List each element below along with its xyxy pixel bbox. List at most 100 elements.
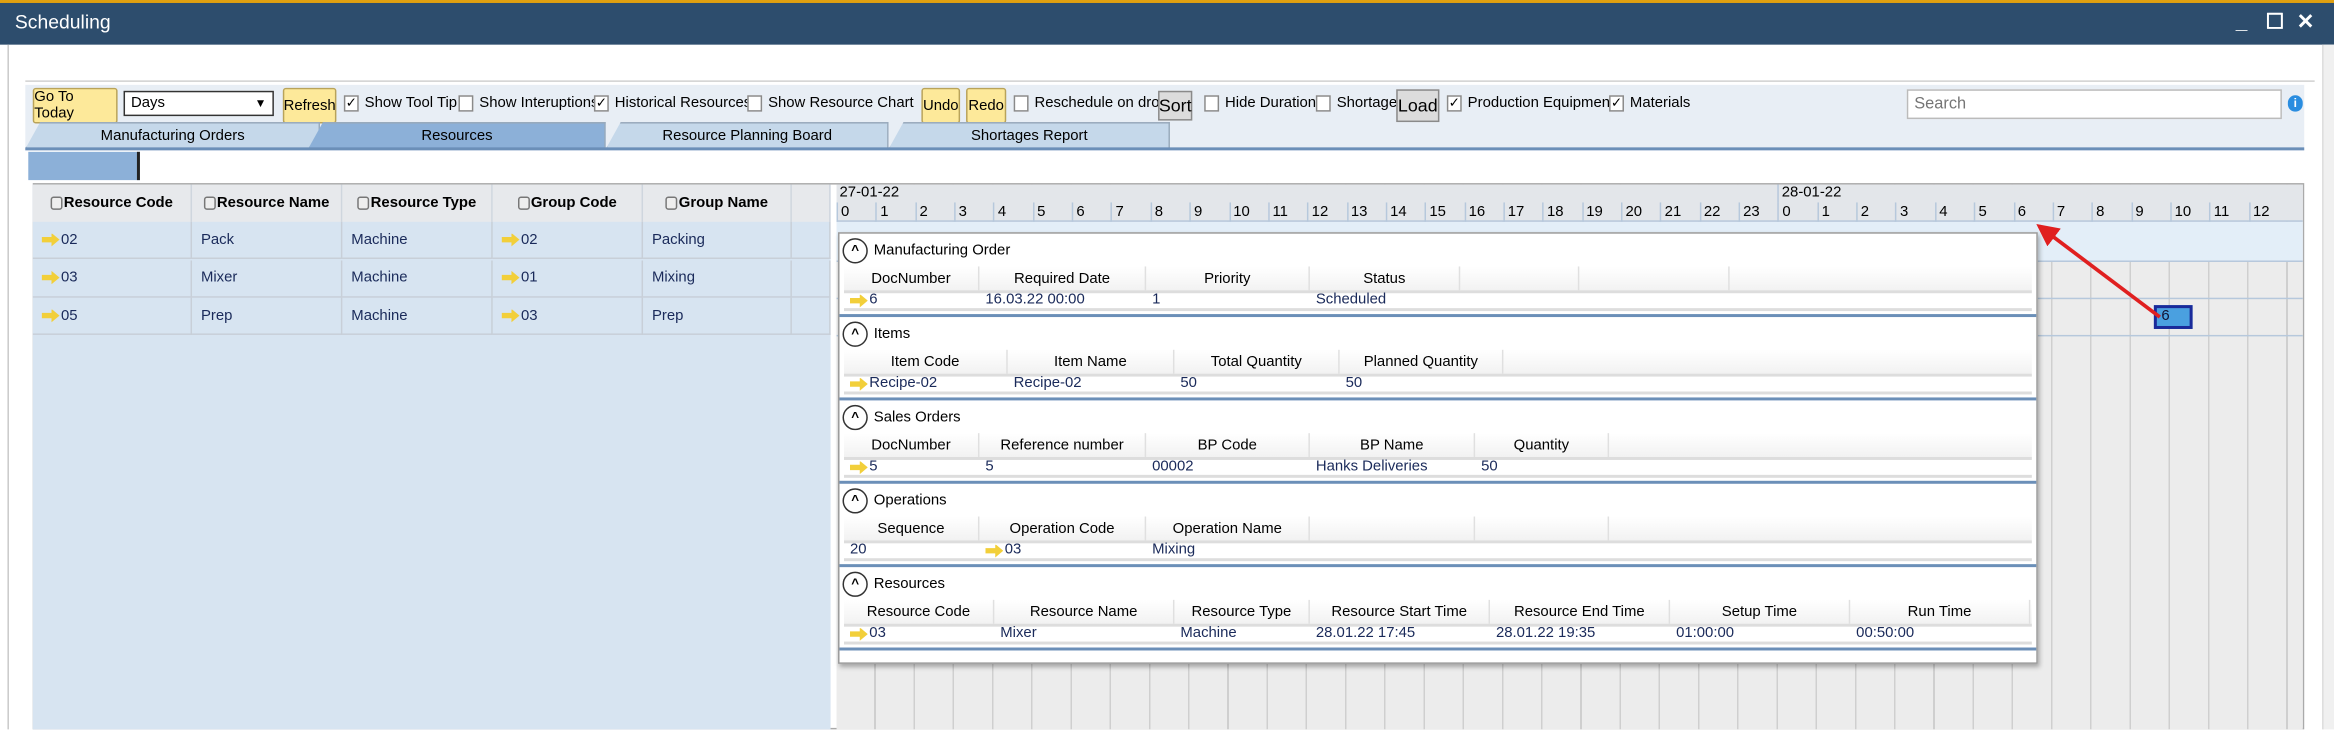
column-header[interactable]: Resource Start Time	[1310, 599, 1491, 624]
show-resource-chart-checkbox[interactable]: Show Resource Chart	[747, 95, 914, 112]
link-arrow-icon[interactable]	[501, 308, 520, 323]
column-header[interactable]	[1310, 516, 1476, 541]
undo-button[interactable]: Undo	[921, 87, 961, 124]
dropdown-arrow-icon[interactable]: ▼	[255, 92, 267, 114]
filter-icon[interactable]	[665, 196, 678, 210]
filter-icon[interactable]	[357, 196, 370, 210]
cell-value[interactable]: 02	[61, 231, 78, 247]
cell-value[interactable]: 02	[521, 231, 538, 247]
checkbox-icon[interactable]	[458, 95, 474, 112]
cell-value[interactable]: 05	[61, 307, 78, 323]
production-equipment-checkbox[interactable]: ✓ Production Equipment	[1446, 95, 1614, 112]
shortages-checkbox[interactable]: Shortages	[1315, 95, 1405, 112]
maximize-icon[interactable]: ☐	[2266, 9, 2285, 34]
column-header[interactable]: Operation Name	[1146, 516, 1310, 541]
go-to-today-button[interactable]: Go To Today	[32, 87, 118, 124]
collapse-chevron-icon[interactable]: ^	[842, 570, 868, 597]
column-header[interactable]: Status	[1310, 266, 1461, 291]
cell-value[interactable]: 03	[521, 307, 538, 323]
collapse-chevron-icon[interactable]: ^	[842, 320, 868, 347]
cell-value[interactable]: 5	[869, 458, 877, 476]
column-header[interactable]: Operation Code	[979, 516, 1147, 541]
tab-shortages-report[interactable]: Shortages Report	[888, 122, 1170, 149]
column-header[interactable]: Sequence	[844, 516, 980, 541]
cell-value[interactable]: 03	[61, 269, 78, 285]
column-header[interactable]: BP Name	[1310, 433, 1476, 457]
column-header[interactable]: Resource Code	[32, 184, 193, 222]
link-arrow-icon[interactable]	[849, 293, 868, 308]
column-header[interactable]: Resource End Time	[1490, 599, 1671, 624]
column-header[interactable]: Total Quantity	[1174, 349, 1340, 374]
filter-icon[interactable]	[203, 196, 216, 210]
column-header[interactable]: Setup Time	[1670, 599, 1851, 624]
scheduled-task-bar[interactable]: 6	[2153, 305, 2193, 329]
link-arrow-icon[interactable]	[985, 544, 1004, 558]
redo-button[interactable]: Redo	[966, 87, 1007, 124]
checkbox-icon[interactable]: ✓	[1446, 95, 1462, 112]
link-arrow-icon[interactable]	[849, 377, 868, 391]
cell-value[interactable]: 01	[521, 269, 538, 285]
tab-resource-planning-board[interactable]: Resource Planning Board	[605, 122, 889, 149]
link-arrow-icon[interactable]	[501, 232, 520, 247]
column-header[interactable]: Run Time	[1850, 599, 2031, 624]
column-header[interactable]: Resource Name	[192, 184, 343, 222]
vertical-scrollbar[interactable]	[2322, 44, 2334, 730]
collapse-chevron-icon[interactable]: ^	[842, 237, 868, 263]
checkbox-icon[interactable]: ✓	[593, 95, 609, 112]
filter-icon[interactable]	[50, 196, 63, 210]
column-header[interactable]: DocNumber	[844, 433, 980, 457]
view-select[interactable]: Days ▼	[123, 90, 274, 117]
cell-value[interactable]: 6	[869, 292, 877, 310]
minimize-icon[interactable]: _	[2236, 9, 2248, 33]
checkbox-icon[interactable]	[1013, 95, 1029, 112]
column-header[interactable]: Item Code	[844, 349, 1008, 374]
column-header[interactable]: Group Name	[643, 184, 792, 222]
link-arrow-icon[interactable]	[849, 460, 868, 475]
link-arrow-icon[interactable]	[41, 232, 60, 247]
column-header[interactable]: Resource Code	[844, 599, 995, 624]
sort-button[interactable]: Sort	[1158, 90, 1193, 121]
cell-value[interactable]: 03	[869, 625, 886, 643]
link-arrow-icon[interactable]	[41, 270, 60, 285]
column-header[interactable]: DocNumber	[844, 266, 980, 291]
link-arrow-icon[interactable]	[41, 308, 60, 323]
reschedule-on-drop-checkbox[interactable]: Reschedule on drop	[1013, 95, 1168, 112]
cell-value[interactable]: Recipe-02	[869, 375, 937, 393]
materials-checkbox[interactable]: ✓ Materials	[1609, 95, 1690, 112]
column-header[interactable]: Resource Type	[342, 184, 493, 222]
column-header[interactable]	[1460, 266, 1580, 291]
show-interuptions-checkbox[interactable]: Show Interuptions	[458, 95, 598, 112]
load-button[interactable]: Load	[1396, 89, 1440, 123]
info-icon[interactable]: i	[2287, 95, 2303, 112]
column-header[interactable]: Item Name	[1008, 349, 1175, 374]
collapse-chevron-icon[interactable]: ^	[842, 487, 868, 513]
tab-manufacturing-orders[interactable]: Manufacturing Orders	[25, 122, 321, 149]
column-header[interactable]	[1475, 516, 1610, 541]
checkbox-icon[interactable]: ✓	[1609, 95, 1624, 112]
historical-resources-checkbox[interactable]: ✓ Historical Resources	[593, 95, 751, 112]
checkbox-icon[interactable]	[1315, 95, 1331, 112]
refresh-button[interactable]: Refresh	[282, 87, 337, 124]
collapse-chevron-icon[interactable]: ^	[842, 404, 868, 430]
column-header[interactable]: Required Date	[979, 266, 1147, 291]
link-arrow-icon[interactable]	[501, 270, 520, 285]
link-arrow-icon[interactable]	[849, 627, 868, 641]
hide-duration-checkbox[interactable]: Hide Duration	[1204, 95, 1316, 112]
cell-value[interactable]: 03	[1005, 542, 1022, 560]
checkbox-icon[interactable]: ✓	[343, 95, 359, 112]
column-header[interactable]: Reference number	[979, 433, 1147, 457]
column-header[interactable]: Resource Type	[1174, 599, 1310, 624]
column-header[interactable]: Resource Name	[994, 599, 1175, 624]
column-header[interactable]: Planned Quantity	[1340, 349, 1504, 374]
column-header[interactable]: Group Code	[492, 184, 644, 222]
filter-icon[interactable]	[517, 196, 530, 210]
column-header[interactable]: Quantity	[1475, 433, 1610, 457]
column-header[interactable]	[1579, 266, 1730, 291]
search-input[interactable]	[1906, 89, 2282, 120]
column-header[interactable]: Priority	[1146, 266, 1310, 291]
checkbox-icon[interactable]	[1204, 95, 1220, 112]
show-tool-tip-checkbox[interactable]: ✓ Show Tool Tip	[343, 95, 457, 112]
checkbox-icon[interactable]	[747, 95, 763, 112]
tab-resources[interactable]: Resources	[308, 122, 606, 149]
column-header[interactable]: BP Code	[1146, 433, 1310, 457]
